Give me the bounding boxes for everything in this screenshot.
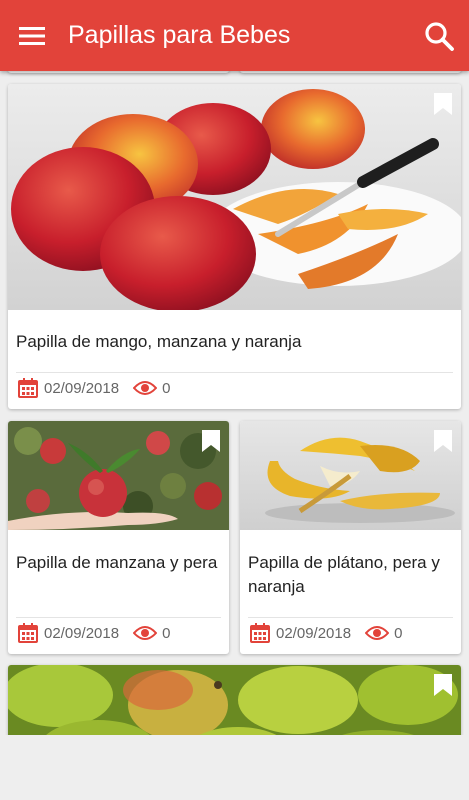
- calendar-icon: [18, 378, 38, 398]
- bookmark-icon[interactable]: [201, 429, 221, 453]
- calendar-icon: [18, 623, 38, 643]
- app-title: Papillas para Bebes: [68, 21, 291, 49]
- app-bar: Papillas para Bebes: [0, 0, 469, 71]
- recipe-title: Papilla de plátano, pera y naranja: [248, 553, 440, 596]
- bookmark-icon[interactable]: [433, 429, 453, 453]
- search-button[interactable]: [409, 0, 469, 71]
- recipe-title: Papilla de manzana y pera: [16, 553, 218, 572]
- recipe-date: 02/09/2018: [276, 624, 352, 642]
- hamburger-menu-icon: [19, 26, 45, 45]
- recipe-date: 02/09/2018: [44, 624, 120, 642]
- divider: [16, 372, 453, 373]
- recipe-meta: 02/09/2018 0: [18, 376, 453, 400]
- recipe-photo-mangoes: [8, 84, 461, 310]
- recipe-views: 0: [162, 624, 171, 642]
- recipe-photo-apple: [8, 421, 229, 530]
- recipe-title: Papilla de mango, manzana y naranja: [16, 332, 302, 351]
- bookmark-icon[interactable]: [433, 92, 453, 116]
- recipe-card[interactable]: Papilla de manzana y pera 02/09/2018 0: [8, 421, 229, 654]
- eye-icon: [365, 626, 390, 640]
- menu-button[interactable]: [0, 0, 64, 71]
- recipe-card[interactable]: [8, 665, 461, 735]
- recipe-card-previous[interactable]: [240, 71, 461, 73]
- bottom-empty-area: [0, 735, 469, 800]
- eye-icon: [133, 626, 158, 640]
- calendar-icon: [250, 623, 270, 643]
- recipe-card-previous[interactable]: [8, 71, 229, 73]
- divider: [16, 617, 221, 618]
- recipe-views: 0: [394, 624, 403, 642]
- search-icon: [425, 21, 454, 51]
- bookmark-icon[interactable]: [433, 673, 453, 697]
- recipe-views: 0: [162, 379, 171, 397]
- recipe-meta: 02/09/2018 0: [250, 621, 453, 645]
- recipe-meta: 02/09/2018 0: [18, 621, 221, 645]
- recipe-feed[interactable]: Papilla de mango, manzana y naranja 02/0…: [0, 71, 469, 735]
- eye-icon: [133, 381, 158, 395]
- recipe-photo-bananas: [240, 421, 461, 530]
- divider: [248, 617, 453, 618]
- recipe-date: 02/09/2018: [44, 379, 120, 397]
- recipe-photo-pears: [8, 665, 461, 735]
- recipe-card[interactable]: Papilla de plátano, pera y naranja 02/09…: [240, 421, 461, 654]
- recipe-card[interactable]: Papilla de mango, manzana y naranja 02/0…: [8, 84, 461, 409]
